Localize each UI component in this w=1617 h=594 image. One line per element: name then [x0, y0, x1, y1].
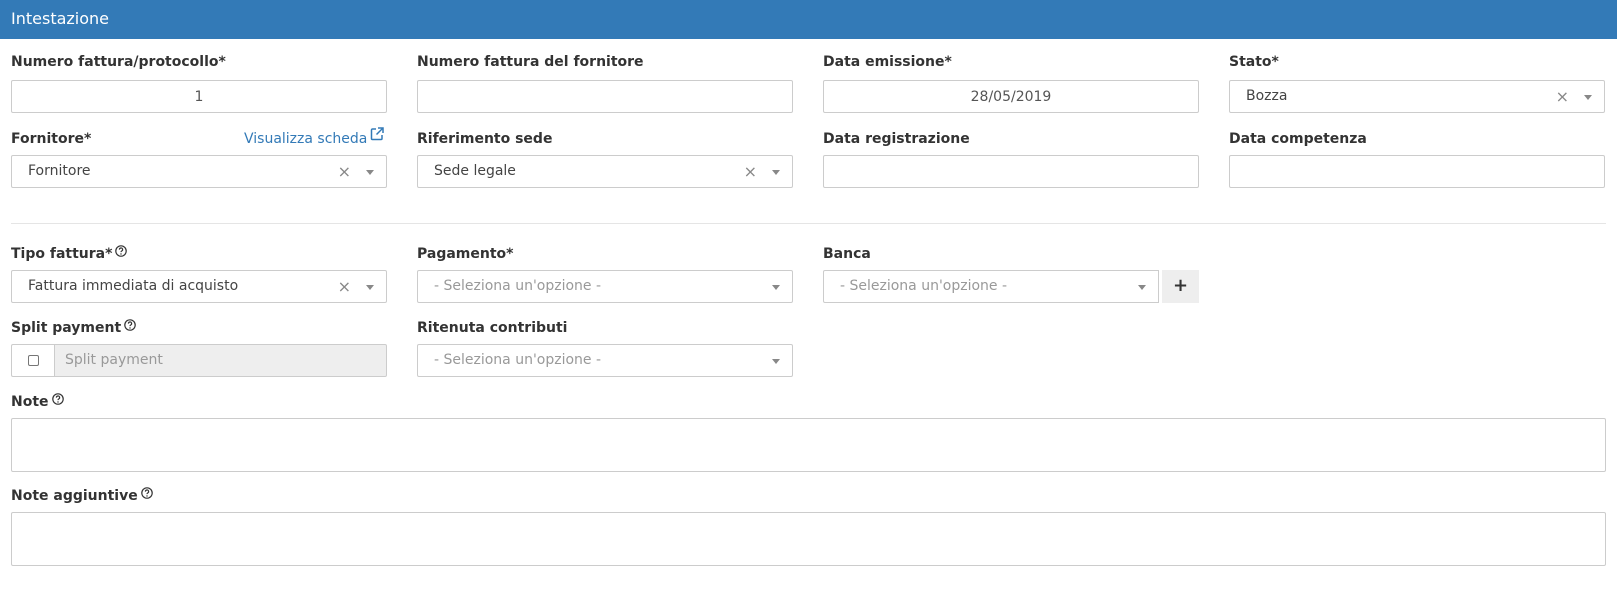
- section-divider: [11, 223, 1606, 224]
- stato-label: Stato*: [1229, 54, 1279, 70]
- split-payment-input: Split payment: [54, 344, 387, 377]
- data-registrazione-label: Data registrazione: [823, 131, 970, 147]
- add-banca-button[interactable]: +: [1162, 270, 1199, 303]
- clear-icon[interactable]: ×: [338, 156, 351, 187]
- banca-label: Banca: [823, 246, 871, 262]
- help-circle-icon[interactable]: [51, 391, 64, 411]
- data-registrazione-input[interactable]: [823, 155, 1199, 188]
- riferimento-sede-label: Riferimento sede: [417, 131, 553, 147]
- clear-icon[interactable]: ×: [744, 156, 757, 187]
- numero-fattura-label: Numero fattura/protocollo*: [11, 54, 226, 70]
- tipo-fattura-select[interactable]: Fattura immediata di acquisto ×: [11, 270, 387, 303]
- data-competenza-input[interactable]: [1229, 155, 1605, 188]
- chevron-down-icon: [772, 285, 780, 290]
- panel-title: Intestazione: [11, 9, 110, 28]
- chevron-down-icon: [366, 285, 374, 290]
- split-payment-checkbox[interactable]: [28, 355, 39, 366]
- numero-fattura-input[interactable]: [11, 80, 387, 113]
- riferimento-sede-select[interactable]: Sede legale ×: [417, 155, 793, 188]
- numero-fornitore-label: Numero fattura del fornitore: [417, 54, 644, 70]
- chevron-down-icon: [772, 359, 780, 364]
- tipo-fattura-label-text: Tipo fattura*: [11, 246, 113, 262]
- external-link-icon: [370, 127, 385, 147]
- split-payment-label-text: Split payment: [11, 320, 122, 336]
- banca-placeholder: - Seleziona un'opzione -: [840, 278, 1008, 294]
- note-aggiuntive-textarea[interactable]: [11, 512, 1606, 566]
- chevron-down-icon: [1138, 285, 1146, 290]
- banca-select[interactable]: - Seleziona un'opzione -: [823, 270, 1159, 303]
- fornitore-label: Fornitore*: [11, 131, 92, 147]
- stato-value: Bozza: [1246, 88, 1288, 104]
- pagamento-placeholder: - Seleziona un'opzione -: [434, 278, 602, 294]
- fornitore-value: Fornitore: [28, 163, 91, 179]
- clear-icon[interactable]: ×: [338, 271, 351, 302]
- pagamento-select[interactable]: - Seleziona un'opzione -: [417, 270, 793, 303]
- fornitore-select[interactable]: Fornitore ×: [11, 155, 387, 188]
- help-circle-icon[interactable]: [124, 317, 136, 337]
- data-emissione-input[interactable]: [823, 80, 1199, 113]
- clear-icon[interactable]: ×: [1556, 81, 1569, 112]
- chevron-down-icon: [366, 170, 374, 175]
- help-circle-icon[interactable]: [140, 485, 153, 505]
- riferimento-sede-value: Sede legale: [434, 163, 516, 179]
- data-emissione-label: Data emissione*: [823, 54, 952, 70]
- split-payment-label: Split payment: [11, 318, 136, 338]
- data-competenza-label: Data competenza: [1229, 131, 1367, 147]
- panel-header: Intestazione: [0, 0, 1617, 39]
- numero-fornitore-input[interactable]: [417, 80, 793, 113]
- ritenuta-contributi-placeholder: - Seleziona un'opzione -: [434, 352, 602, 368]
- note-textarea[interactable]: [11, 418, 1606, 472]
- pagamento-label: Pagamento*: [417, 246, 514, 262]
- chevron-down-icon: [1584, 95, 1592, 100]
- help-circle-icon[interactable]: [115, 243, 128, 263]
- ritenuta-contributi-label: Ritenuta contributi: [417, 320, 568, 336]
- visualizza-scheda-link[interactable]: Visualizza scheda: [244, 127, 385, 149]
- visualizza-scheda-text: Visualizza scheda: [244, 131, 368, 147]
- stato-select[interactable]: Bozza ×: [1229, 80, 1605, 113]
- note-label-text: Note: [11, 394, 49, 410]
- split-payment-checkbox-addon: [11, 344, 54, 377]
- tipo-fattura-label: Tipo fattura*: [11, 243, 128, 264]
- note-label: Note: [11, 392, 64, 412]
- chevron-down-icon: [772, 170, 780, 175]
- ritenuta-contributi-select[interactable]: - Seleziona un'opzione -: [417, 344, 793, 377]
- note-aggiuntive-label: Note aggiuntive: [11, 486, 153, 506]
- note-aggiuntive-label-text: Note aggiuntive: [11, 488, 138, 504]
- tipo-fattura-value: Fattura immediata di acquisto: [28, 278, 239, 294]
